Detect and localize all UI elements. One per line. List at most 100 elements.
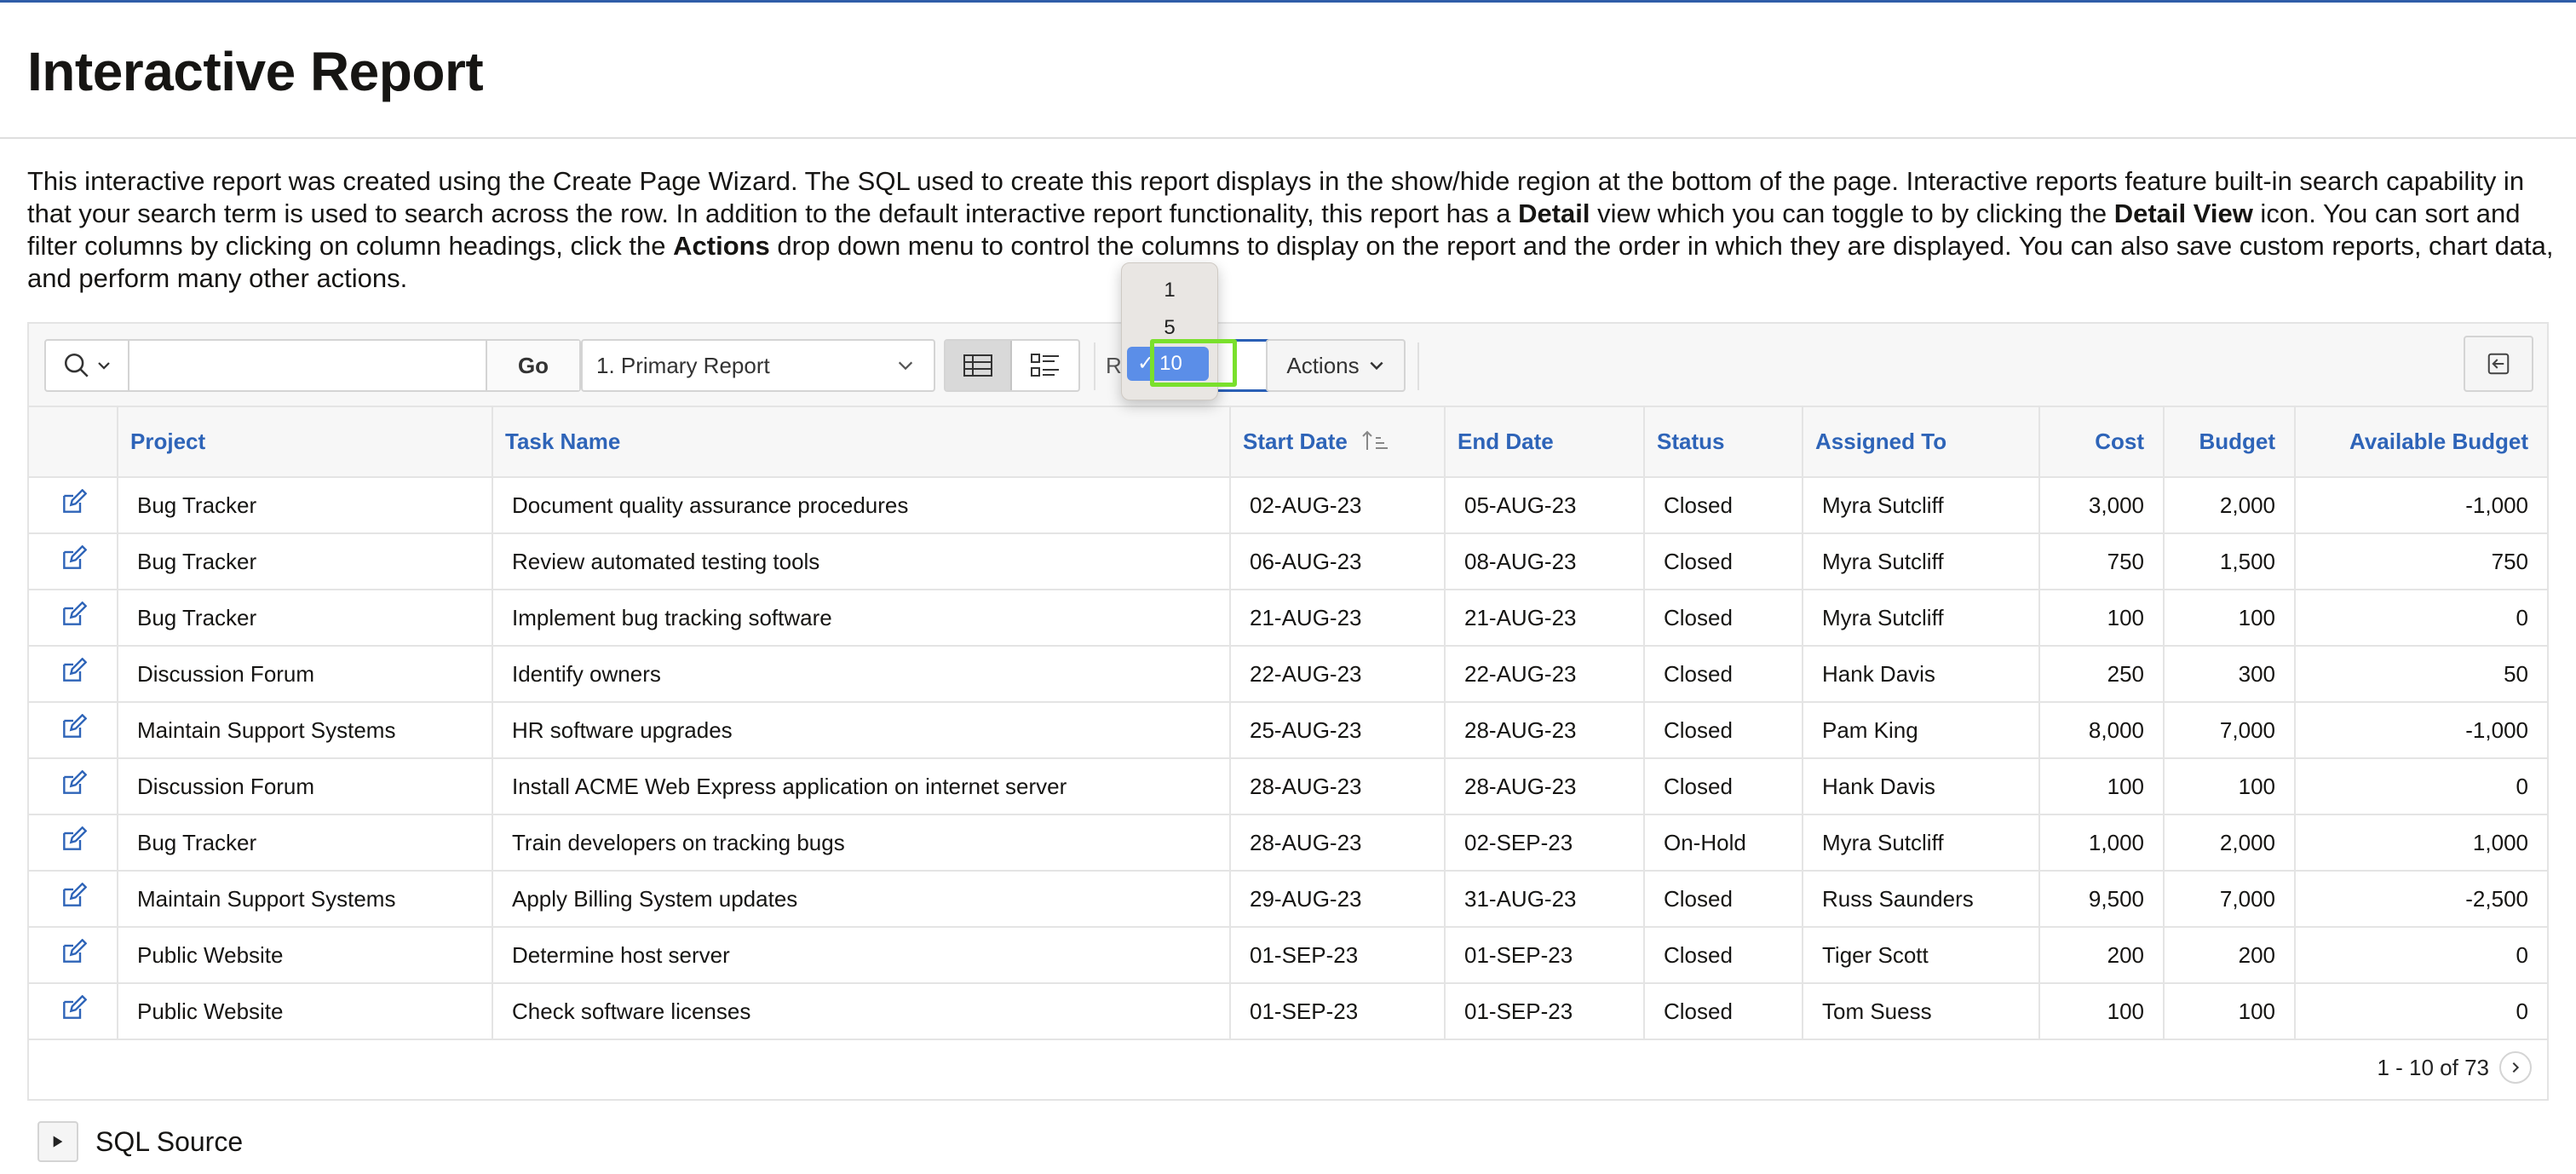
column-header-budget[interactable]: Budget — [2164, 407, 2296, 478]
edit-icon — [62, 994, 87, 1019]
cell-assigned-to: Hank Davis — [1803, 646, 2040, 703]
column-header-available-budget[interactable]: Available Budget — [2295, 407, 2547, 478]
table-row: Discussion Forum Identify owners 22-AUG-23… — [29, 646, 2547, 703]
table-row: Public Website Determine host server 01-SE… — [29, 927, 2547, 984]
cell-cost: 9,500 — [2039, 871, 2165, 928]
rows-per-page-menu: 1 5 ✓ 10 — [1121, 262, 1218, 400]
toolbar-separator — [1417, 342, 1419, 390]
column-header-task-name[interactable]: Task Name — [492, 407, 1231, 478]
row-edit-cell[interactable] — [29, 477, 118, 534]
cell-status: Closed — [1644, 927, 1803, 984]
view-toggle-group — [944, 339, 1080, 392]
cell-assigned-to: Russ Saunders — [1803, 871, 2040, 928]
sort-ascending-icon — [1362, 430, 1389, 450]
rows-option-5[interactable]: 5 — [1122, 316, 1217, 340]
cell-cost: 250 — [2039, 646, 2165, 703]
next-page-button[interactable] — [2499, 1051, 2532, 1084]
rows-option-10[interactable]: ✓ 10 — [1127, 347, 1209, 381]
chevron-down-icon — [1370, 361, 1383, 371]
detail-view-button[interactable] — [1012, 341, 1078, 390]
search-icon — [64, 353, 89, 377]
search-column-selector[interactable] — [46, 341, 129, 390]
cell-status: Closed — [1644, 702, 1803, 759]
cell-available-budget: 50 — [2295, 646, 2547, 703]
row-edit-cell[interactable] — [29, 814, 118, 872]
sql-source-title: SQL Source — [95, 1125, 244, 1157]
cell-project: Public Website — [118, 927, 493, 984]
sql-source-toggle[interactable] — [37, 1121, 78, 1162]
cell-cost: 8,000 — [2039, 702, 2165, 759]
table-row: Bug Tracker Review automated testing tool… — [29, 533, 2547, 590]
row-edit-cell[interactable] — [29, 983, 118, 1040]
reset-report-button[interactable] — [2464, 336, 2533, 392]
edit-icon — [62, 601, 87, 625]
row-edit-cell[interactable] — [29, 590, 118, 647]
cell-project: Public Website — [118, 983, 493, 1040]
cell-cost: 200 — [2039, 927, 2165, 984]
table-row: Maintain Support Systems HR software upgr… — [29, 702, 2547, 759]
cell-start-date: 25-AUG-23 — [1230, 702, 1446, 759]
cell-start-date: 01-SEP-23 — [1230, 983, 1446, 1040]
edit-icon — [62, 713, 87, 738]
cell-task-name: Install ACME Web Express application on … — [492, 758, 1231, 815]
cell-task-name: Apply Billing System updates — [492, 871, 1231, 928]
cell-start-date: 21-AUG-23 — [1230, 590, 1446, 647]
cell-project: Bug Tracker — [118, 590, 493, 647]
row-edit-cell[interactable] — [29, 533, 118, 590]
report-toolbar: Go 1. Primary Report Row Actions — [29, 324, 2547, 407]
cell-available-budget: 0 — [2295, 927, 2547, 984]
table-row: Bug Tracker Document quality assurance pr… — [29, 477, 2547, 534]
cell-available-budget: 1,000 — [2295, 814, 2547, 872]
cell-end-date: 21-AUG-23 — [1445, 590, 1645, 647]
cell-available-budget: 0 — [2295, 590, 2547, 647]
table-row: Bug Tracker Train developers on tracking … — [29, 814, 2547, 872]
rows-option-1[interactable]: 1 — [1122, 279, 1217, 302]
cell-task-name: Document quality assurance procedures — [492, 477, 1231, 534]
edit-icon — [62, 657, 87, 682]
row-edit-cell[interactable] — [29, 927, 118, 984]
column-header-end-date[interactable]: End Date — [1445, 407, 1645, 478]
cell-assigned-to: Hank Davis — [1803, 758, 2040, 815]
reset-icon — [2487, 353, 2510, 375]
cell-cost: 3,000 — [2039, 477, 2165, 534]
column-header-status[interactable]: Status — [1644, 407, 1803, 478]
row-edit-cell[interactable] — [29, 702, 118, 759]
cell-end-date: 05-AUG-23 — [1445, 477, 1645, 534]
table-header-row: Project Task Name Start Date End Date St… — [29, 407, 2547, 478]
actions-menu-button[interactable]: Actions — [1266, 339, 1406, 392]
cell-end-date: 31-AUG-23 — [1445, 871, 1645, 928]
row-edit-cell[interactable] — [29, 758, 118, 815]
cell-assigned-to: Myra Sutcliff — [1803, 477, 2040, 534]
row-edit-cell[interactable] — [29, 871, 118, 928]
cell-project: Bug Tracker — [118, 533, 493, 590]
cell-end-date: 28-AUG-23 — [1445, 702, 1645, 759]
cell-cost: 1,000 — [2039, 814, 2165, 872]
cell-status: Closed — [1644, 590, 1803, 647]
page-description: This interactive report was created usin… — [27, 165, 2557, 295]
cell-end-date: 28-AUG-23 — [1445, 758, 1645, 815]
page-header: Interactive Report — [0, 3, 2576, 139]
cell-start-date: 28-AUG-23 — [1230, 814, 1446, 872]
cell-status: Closed — [1644, 983, 1803, 1040]
cell-available-budget: 0 — [2295, 983, 2547, 1040]
row-edit-cell[interactable] — [29, 646, 118, 703]
cell-status: On-Hold — [1644, 814, 1803, 872]
cell-assigned-to: Pam King — [1803, 702, 2040, 759]
column-header-assigned-to[interactable]: Assigned To — [1803, 407, 2040, 478]
cell-status: Closed — [1644, 533, 1803, 590]
cell-task-name: Train developers on tracking bugs — [492, 814, 1231, 872]
checkmark-icon: ✓ — [1137, 352, 1155, 375]
column-header-cost[interactable]: Cost — [2039, 407, 2165, 478]
expand-triangle-icon — [53, 1136, 63, 1148]
page-title: Interactive Report — [27, 41, 484, 102]
cell-budget: 1,500 — [2164, 533, 2296, 590]
column-header-start-date[interactable]: Start Date — [1230, 407, 1446, 478]
description-emphasis: Actions — [673, 231, 770, 261]
chevron-down-icon — [898, 361, 913, 371]
report-view-button[interactable] — [946, 341, 1012, 390]
search-input[interactable] — [129, 341, 486, 390]
table-row: Public Website Check software licenses 01-… — [29, 983, 2547, 1040]
saved-report-select[interactable]: 1. Primary Report — [581, 339, 935, 392]
column-header-project[interactable]: Project — [118, 407, 493, 478]
go-button[interactable]: Go — [486, 341, 579, 390]
